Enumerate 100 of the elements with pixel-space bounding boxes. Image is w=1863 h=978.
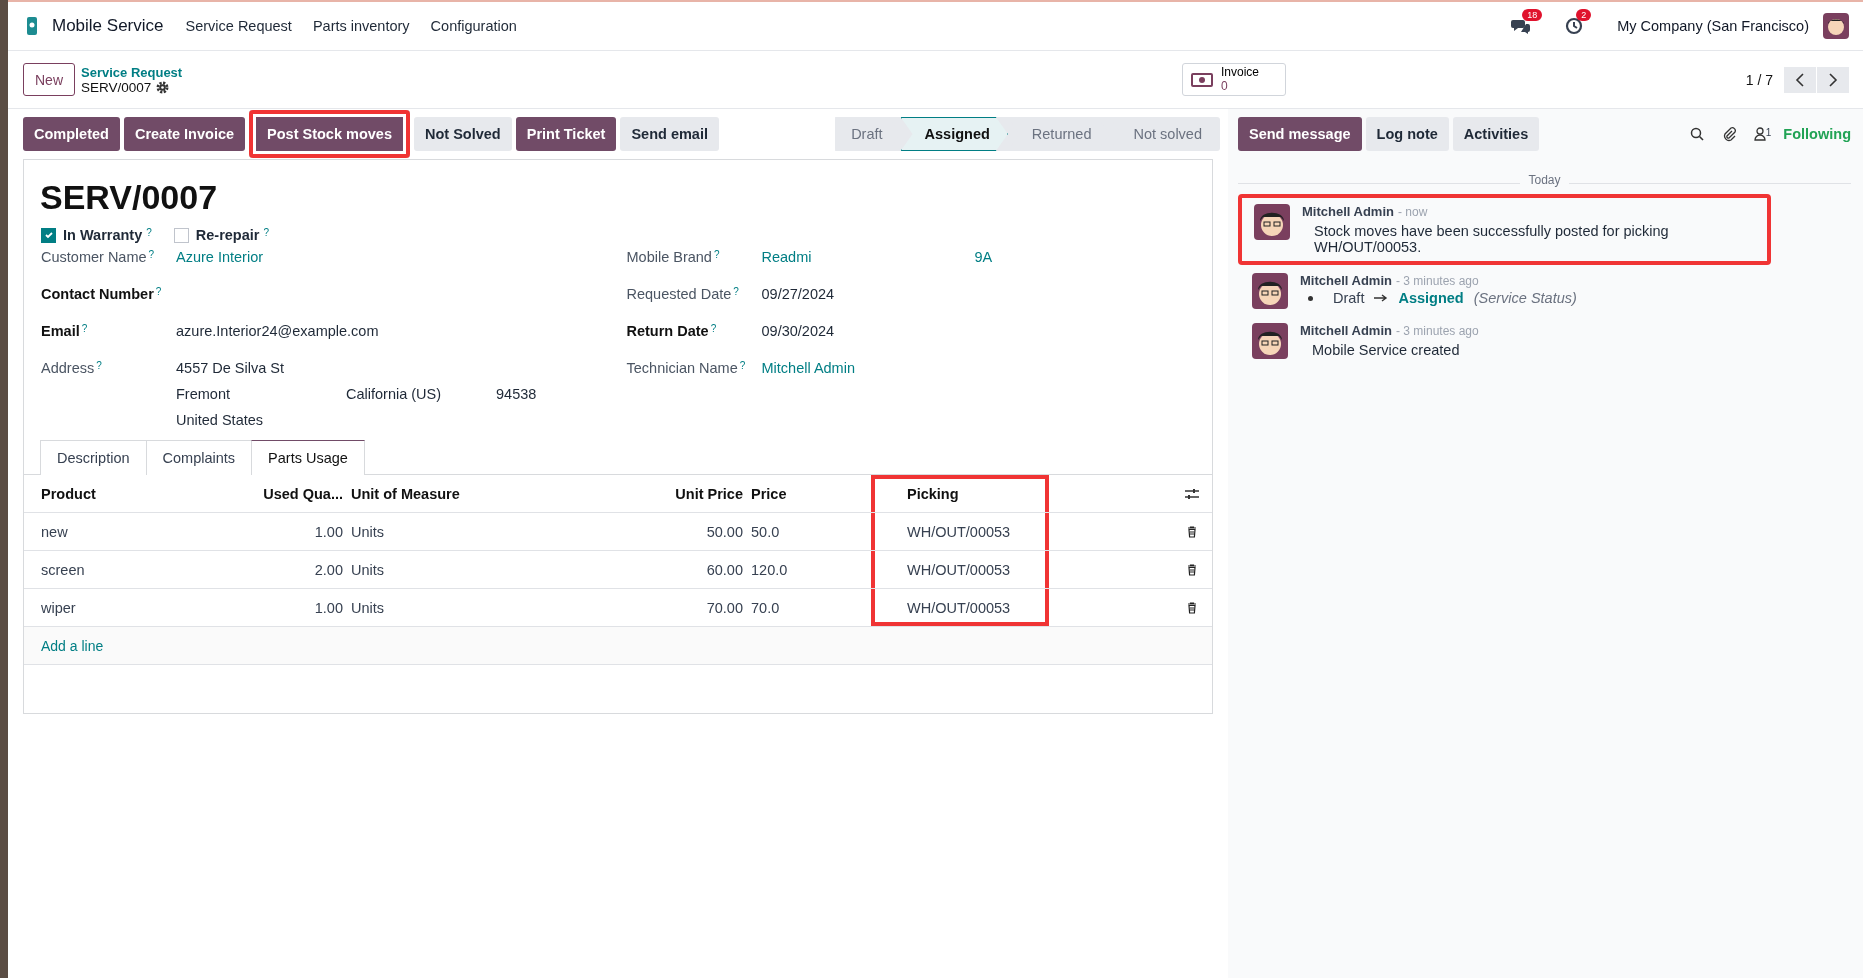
search-icon[interactable] — [1689, 127, 1704, 141]
action-button[interactable]: Print Ticket — [515, 117, 617, 151]
column-header[interactable]: Unit Price — [675, 485, 743, 502]
record-title: SERV/0007 — [40, 178, 219, 217]
new-button[interactable]: New — [23, 63, 75, 96]
state-value[interactable]: California (US) — [346, 386, 496, 402]
table-cell: WH/OUT/00053 — [907, 599, 1011, 616]
table-cell: screen — [41, 561, 85, 578]
bullet-icon — [1308, 295, 1313, 301]
company-switcher[interactable]: My Company (San Francisco) — [1617, 18, 1809, 34]
table-cell: 2.00 — [314, 561, 343, 578]
avatar-icon[interactable] — [1252, 273, 1288, 309]
menu-item[interactable]: Parts inventory — [312, 18, 410, 34]
field-link[interactable]: Mitchell Admin — [761, 360, 975, 397]
chatter-button[interactable]: Activities — [1452, 117, 1540, 151]
field-label: Technician Name — [626, 360, 738, 376]
breadcrumb-link[interactable]: Service Request — [81, 64, 183, 80]
checkbox-label: In Warranty — [63, 227, 143, 243]
action-button[interactable]: Not Solved — [414, 117, 512, 151]
phone-app-icon[interactable] — [26, 16, 38, 36]
field-label: Return Date — [626, 323, 709, 339]
field-label: Email — [41, 323, 80, 339]
trash-icon[interactable] — [1187, 563, 1197, 576]
user-avatar[interactable] — [1823, 13, 1849, 39]
help-mark[interactable]: ? — [81, 323, 88, 334]
checkbox[interactable] — [173, 227, 189, 243]
next-button[interactable] — [1817, 66, 1849, 93]
field-label: Contact Number — [41, 286, 154, 302]
column-header[interactable]: Product — [41, 485, 96, 502]
trash-icon[interactable] — [1187, 601, 1197, 614]
chatter-button[interactable]: Log note — [1365, 117, 1449, 151]
city-value[interactable]: Fremont — [176, 386, 346, 402]
message-text: Mobile Service created — [1312, 342, 1461, 358]
action-button[interactable]: Post Stock moves — [249, 110, 410, 158]
checkbox[interactable] — [41, 227, 56, 243]
arrow-icon — [1374, 294, 1389, 302]
app-name[interactable]: Mobile Service — [52, 16, 164, 36]
column-header[interactable]: Unit of Measure — [351, 485, 460, 502]
table-cell: WH/OUT/00053 — [907, 561, 1011, 578]
field-link[interactable]: Azure Interior — [176, 249, 264, 286]
column-header[interactable]: Price — [751, 485, 787, 502]
avatar-icon[interactable] — [1252, 323, 1288, 359]
country-value[interactable]: United States — [176, 412, 537, 428]
clock-icon[interactable] — [1565, 17, 1584, 35]
field-link[interactable]: Readmi — [761, 249, 975, 286]
table-cell: 50.00 — [706, 523, 743, 540]
help-mark[interactable]: ? — [155, 286, 162, 297]
help-mark[interactable]: ? — [710, 323, 717, 334]
help-mark[interactable]: ? — [148, 249, 155, 260]
street-value[interactable]: 4557 De Silva St — [176, 360, 537, 376]
notebook-tab[interactable]: Parts Usage — [251, 440, 365, 475]
field-label: Mobile Brand — [626, 249, 712, 265]
chevron-right-icon — [1828, 72, 1838, 87]
zip-value[interactable]: 94538 — [496, 386, 537, 402]
help-mark[interactable]: ? — [146, 227, 152, 238]
settings-icon[interactable] — [156, 80, 170, 94]
field-value[interactable]: 09/27/2024 — [761, 286, 835, 323]
old-value: Draft — [1333, 290, 1365, 306]
table-cell: 1.00 — [314, 523, 343, 540]
checkmark-icon — [43, 230, 54, 240]
notebook-tab[interactable]: Complaints — [145, 440, 253, 475]
table-cell: WH/OUT/00053 — [907, 523, 1011, 540]
action-button[interactable]: Create Invoice — [123, 117, 246, 151]
avatar-icon[interactable] — [1254, 204, 1290, 240]
table-cell: wiper — [41, 599, 76, 616]
action-button[interactable]: Completed — [23, 117, 120, 151]
column-settings-icon[interactable] — [1185, 487, 1199, 500]
action-button[interactable]: Send email — [620, 117, 719, 151]
table-cell: 60.00 — [706, 561, 743, 578]
help-mark[interactable]: ? — [96, 360, 102, 371]
chevron-left-icon — [1795, 72, 1805, 87]
menu-item[interactable]: Service Request — [185, 18, 292, 34]
notebook-tab[interactable]: Description — [40, 440, 147, 475]
chatter-button[interactable]: Send message — [1238, 117, 1362, 151]
column-header[interactable]: Picking — [907, 485, 959, 502]
field-label: Address — [41, 360, 95, 376]
field-link[interactable]: 9A — [974, 249, 993, 286]
person-icon[interactable] — [1753, 127, 1766, 141]
status-stage[interactable]: Assigned — [900, 117, 1008, 151]
help-mark[interactable]: ? — [713, 249, 720, 260]
tracked-field: (Service Status) — [1473, 290, 1577, 306]
help-mark[interactable]: ? — [739, 360, 746, 371]
add-line-link[interactable]: Add a line — [41, 637, 104, 654]
chat-icon[interactable] — [1511, 17, 1532, 35]
trash-icon[interactable] — [1187, 525, 1197, 538]
notification-badge: 2 — [1576, 9, 1592, 21]
previous-button[interactable] — [1784, 66, 1816, 93]
field-value[interactable]: 09/30/2024 — [761, 323, 835, 360]
help-mark[interactable]: ? — [263, 227, 270, 238]
menu-item[interactable]: Configuration — [430, 18, 517, 34]
message-author[interactable]: Mitchell Admin — [1300, 273, 1392, 288]
table-cell: Units — [351, 561, 385, 578]
message-author[interactable]: Mitchell Admin — [1300, 323, 1392, 338]
paperclip-icon[interactable] — [1721, 126, 1736, 142]
message-author[interactable]: Mitchell Admin — [1302, 204, 1394, 219]
help-mark[interactable]: ? — [733, 286, 739, 297]
message-time: - now — [1397, 205, 1428, 219]
column-header[interactable]: Used Qua... — [263, 485, 343, 502]
field-value[interactable]: azure.Interior24@example.com — [176, 323, 379, 360]
invoice-smart-button[interactable]: Invoice 0 — [1181, 63, 1286, 96]
